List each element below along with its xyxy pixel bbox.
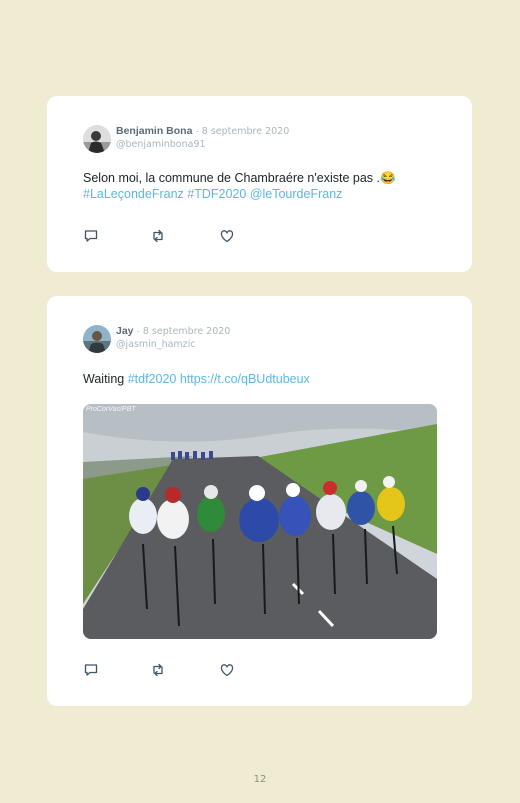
tweet-card: Jay · 8 septembre 2020 @jasmin_hamzic Wa… (47, 296, 472, 706)
heart-icon[interactable] (219, 228, 235, 244)
hashtag-link[interactable]: #tdf2020 (128, 372, 177, 386)
separator-dot: · (195, 125, 199, 137)
retweet-icon[interactable] (150, 662, 166, 678)
heart-icon[interactable] (219, 662, 235, 678)
mention-link[interactable]: @leTourdeFranz (250, 187, 343, 201)
reply-icon[interactable] (83, 228, 99, 244)
avatar[interactable] (83, 125, 111, 153)
author-name[interactable]: Jay (116, 325, 134, 337)
reply-icon[interactable] (83, 662, 99, 678)
tweet-header: Benjamin Bona · 8 septembre 2020 (116, 125, 289, 138)
tweet-header: Jay · 8 septembre 2020 (116, 325, 230, 338)
tweet-text-content: Selon moi, la commune de Chambraére n'ex… (83, 171, 396, 185)
tweet-text: Selon moi, la commune de Chambraére n'ex… (83, 170, 442, 202)
page-number: 12 (253, 774, 267, 785)
photo-watermark: ProCorVas/PBT (86, 406, 136, 413)
tweet-text-content: Waiting (83, 372, 125, 386)
author-name[interactable]: Benjamin Bona (116, 125, 192, 137)
tweet-actions (83, 228, 253, 244)
tweet-date[interactable]: 8 septembre 2020 (143, 326, 230, 337)
tweet-actions (83, 662, 253, 678)
tweet-card: Benjamin Bona · 8 septembre 2020 @benjam… (47, 96, 472, 272)
hashtag-link[interactable]: #TDF2020 (187, 187, 246, 201)
cyclists-photo (83, 404, 437, 639)
separator-dot: · (136, 325, 140, 337)
tweet-text: Waiting #tdf2020 https://t.co/qBUdtubeux (83, 371, 442, 387)
hashtag-link[interactable]: #LaLeçondeFranz (83, 187, 184, 201)
author-handle[interactable]: @jasmin_hamzic (116, 339, 196, 350)
tweet-photo[interactable]: ProCorVas/PBT (83, 404, 437, 639)
retweet-icon[interactable] (150, 228, 166, 244)
tweet-date[interactable]: 8 septembre 2020 (202, 126, 289, 137)
url-link[interactable]: https://t.co/qBUdtubeux (180, 372, 310, 386)
avatar[interactable] (83, 325, 111, 353)
author-handle[interactable]: @benjaminbona91 (116, 139, 206, 150)
